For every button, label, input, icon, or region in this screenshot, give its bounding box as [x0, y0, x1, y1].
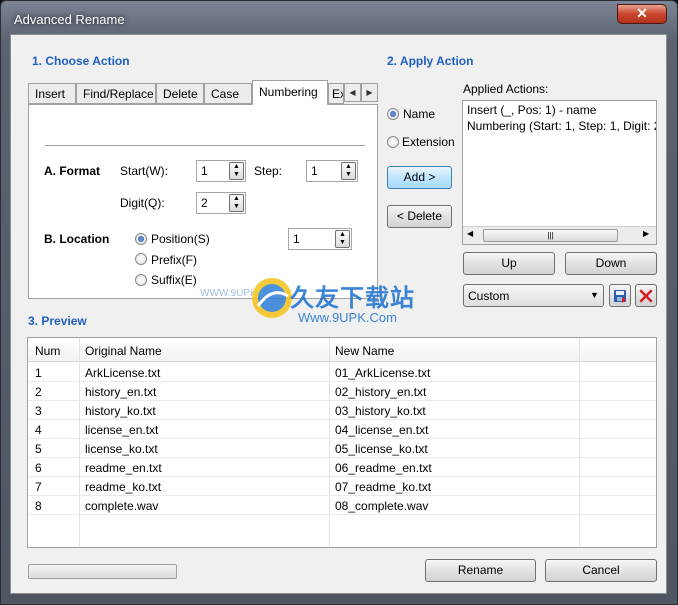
row-new-name: 01_ArkLicense.txt [335, 366, 431, 380]
applied-actions-hscroll[interactable]: ◀ ||| ▶ [463, 226, 656, 244]
position-stepper[interactable]: ▲ ▼ [335, 230, 350, 248]
row-original-name: complete.wav [85, 499, 159, 513]
row-new-name: 04_license_en.txt [335, 423, 429, 437]
rename-button[interactable]: Rename [425, 559, 536, 582]
tab-scroll-right-icon[interactable]: ▶ [361, 83, 378, 102]
row-num: 7 [35, 480, 42, 494]
digit-stepper[interactable]: ▲ ▼ [229, 194, 244, 212]
tab-find-replace[interactable]: Find/Replace [76, 83, 156, 104]
row-original-name: readme_ko.txt [85, 480, 162, 494]
col-header-new[interactable]: New Name [335, 344, 394, 358]
applied-action-item[interactable]: Insert (_, Pos: 1) - name [467, 103, 596, 117]
delete-icon [639, 289, 653, 303]
row-new-name: 02_history_en.txt [335, 385, 427, 399]
table-row[interactable]: 5 license_ko.txt 05_license_ko.txt [28, 439, 656, 458]
table-row[interactable]: 7 readme_ko.txt 07_readme_ko.txt [28, 477, 656, 496]
col-header-num[interactable]: Num [35, 344, 60, 358]
save-preset-button[interactable] [609, 284, 631, 307]
close-button[interactable]: ✕ [617, 4, 667, 24]
start-stepper[interactable]: ▲ ▼ [229, 162, 244, 180]
row-original-name: license_ko.txt [85, 442, 158, 456]
scroll-right-icon[interactable]: ▶ [643, 229, 649, 238]
name-option-label: Name [403, 107, 436, 121]
row-original-name: ArkLicense.txt [85, 366, 161, 380]
name-radio[interactable] [387, 108, 399, 120]
preview-title: 3. Preview [28, 314, 87, 328]
position-radio[interactable] [135, 233, 147, 245]
delete-preset-button[interactable] [635, 284, 657, 307]
row-num: 3 [35, 404, 42, 418]
tab-extension[interactable]: Ex [328, 83, 344, 104]
progress-bar [28, 564, 177, 579]
suffix-radio[interactable] [135, 274, 147, 286]
row-num: 5 [35, 442, 42, 456]
row-num: 4 [35, 423, 42, 437]
down-button[interactable]: Down [565, 252, 657, 275]
panel-divider [45, 145, 365, 146]
row-new-name: 06_readme_en.txt [335, 461, 432, 475]
watermark-logo-icon [252, 278, 292, 318]
scroll-thumb[interactable]: ||| [483, 229, 618, 242]
row-new-name: 07_readme_ko.txt [335, 480, 432, 494]
table-row[interactable]: 8 complete.wav 08_complete.wav [28, 496, 656, 515]
row-new-name: 05_license_ko.txt [335, 442, 428, 456]
suffix-label: Suffix(E) [151, 273, 197, 287]
chevron-down-icon: ▼ [590, 290, 599, 300]
format-label: A. Format [44, 164, 101, 178]
delete-button[interactable]: < Delete [387, 205, 452, 228]
apply-action-title: 2. Apply Action [387, 54, 474, 68]
preview-grid[interactable]: Num Original Name New Name 1 ArkLicense.t… [27, 337, 657, 548]
row-original-name: license_en.txt [85, 423, 159, 437]
row-original-name: readme_en.txt [85, 461, 162, 475]
digit-label: Digit(Q): [120, 196, 165, 210]
row-num: 6 [35, 461, 42, 475]
row-original-name: history_en.txt [85, 385, 157, 399]
save-icon [614, 290, 626, 303]
window-title: Advanced Rename [14, 12, 125, 27]
start-label: Start(W): [120, 164, 168, 178]
location-label: B. Location [44, 232, 110, 246]
up-button[interactable]: Up [463, 252, 555, 275]
step-stepper[interactable]: ▲ ▼ [341, 162, 356, 180]
tab-insert[interactable]: Insert [28, 83, 76, 104]
tab-scroll-left-icon[interactable]: ◀ [344, 83, 361, 102]
tab-case[interactable]: Case [204, 83, 252, 104]
extension-radio[interactable] [387, 136, 399, 148]
table-row[interactable]: 3 history_ko.txt 03_history_ko.txt [28, 401, 656, 420]
cancel-button[interactable]: Cancel [545, 559, 657, 582]
applied-actions-label: Applied Actions: [463, 82, 549, 96]
extension-option-label: Extension [402, 135, 455, 149]
preset-select-value: Custom [468, 289, 510, 303]
add-button[interactable]: Add > [387, 166, 452, 189]
position-label: Position(S) [151, 232, 210, 246]
watermark-brand: 久友下载站 [290, 285, 415, 312]
row-new-name: 03_history_ko.txt [335, 404, 426, 418]
step-label: Step: [254, 164, 283, 178]
watermark-url: Www.9UPK.Com [298, 310, 397, 325]
tab-delete[interactable]: Delete [156, 83, 204, 104]
preset-select[interactable]: Custom ▼ [463, 284, 604, 307]
row-num: 8 [35, 499, 42, 513]
table-row[interactable]: 2 history_en.txt 02_history_en.txt [28, 382, 656, 401]
tab-numbering[interactable]: Numbering [252, 80, 328, 105]
table-row[interactable]: 6 readme_en.txt 06_readme_en.txt [28, 458, 656, 477]
row-new-name: 08_complete.wav [335, 499, 429, 513]
row-num: 2 [35, 385, 42, 399]
row-original-name: history_ko.txt [85, 404, 156, 418]
choose-action-title: 1. Choose Action [32, 54, 130, 68]
applied-action-item[interactable]: Numbering (Start: 1, Step: 1, Digit: 2 [467, 119, 656, 133]
scroll-left-icon[interactable]: ◀ [467, 229, 473, 238]
col-header-original[interactable]: Original Name [85, 344, 162, 358]
row-num: 1 [35, 366, 42, 380]
prefix-label: Prefix(F) [151, 253, 197, 267]
prefix-radio[interactable] [135, 253, 147, 265]
table-row[interactable]: 4 license_en.txt 04_license_en.txt [28, 420, 656, 439]
table-row[interactable]: 1 ArkLicense.txt 01_ArkLicense.txt [28, 363, 656, 382]
